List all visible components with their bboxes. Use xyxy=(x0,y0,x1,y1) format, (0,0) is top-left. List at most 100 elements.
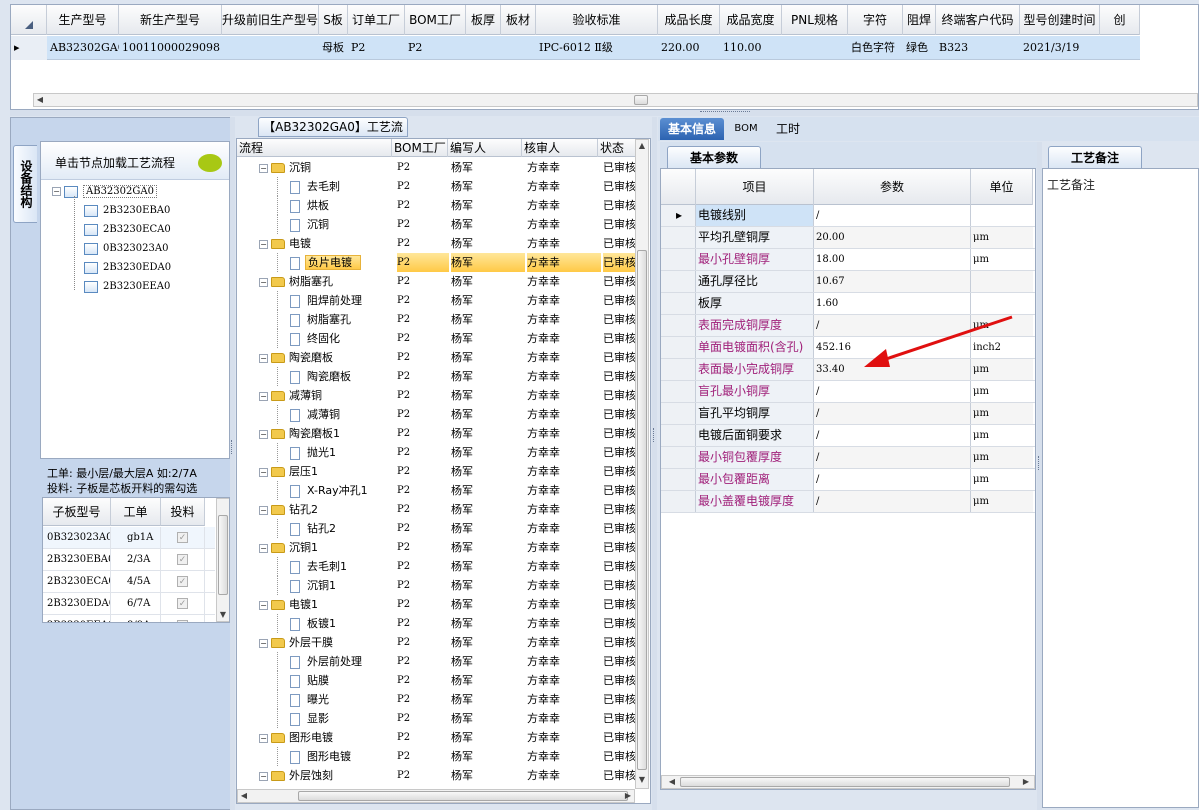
scroll-thumb[interactable] xyxy=(634,95,648,105)
splitter-grip-icon[interactable] xyxy=(653,428,657,442)
process-row[interactable]: 图形电镀 P2 杨军 方幸幸 已审核 xyxy=(237,747,637,766)
column-header[interactable]: 升级前旧生产型号 xyxy=(222,5,319,35)
table-cell[interactable]: P2 xyxy=(348,36,405,60)
splitter-grip-icon[interactable] xyxy=(700,111,750,115)
status-cell[interactable]: 已审核 xyxy=(603,272,635,291)
process-row[interactable]: − 电镀 P2 杨军 方幸幸 已审核 xyxy=(237,234,637,253)
process-row[interactable]: − 外层蚀刻 P2 杨军 方幸幸 已审核 xyxy=(237,766,637,785)
writer-cell[interactable]: 杨军 xyxy=(451,310,525,329)
param-row[interactable]: 电镀后面铜要求 / μm xyxy=(661,425,1035,447)
process-row[interactable]: − 沉铜1 P2 杨军 方幸幸 已审核 xyxy=(237,538,637,557)
process-row[interactable]: 树脂塞孔 P2 杨军 方幸幸 已审核 xyxy=(237,310,637,329)
process-note-panel[interactable] xyxy=(1042,168,1199,808)
process-step[interactable]: 板镀1 xyxy=(277,614,392,633)
scroll-down-icon[interactable]: ▼ xyxy=(217,609,229,621)
param-row[interactable]: 最小铜包覆厚度 / μm xyxy=(661,447,1035,469)
status-cell[interactable]: 已审核 xyxy=(603,215,635,234)
status-cell[interactable]: 已审核 xyxy=(603,291,635,310)
status-cell[interactable]: 已审核 xyxy=(603,709,635,728)
reviewer-cell[interactable]: 方幸幸 xyxy=(527,747,601,766)
column-header[interactable]: 成品宽度 xyxy=(720,5,782,35)
collapse-icon[interactable]: − xyxy=(259,429,268,439)
reviewer-cell[interactable]: 方幸幸 xyxy=(527,234,601,253)
writer-cell[interactable]: 杨军 xyxy=(451,386,525,405)
status-cell[interactable]: 已审核 xyxy=(603,652,635,671)
writer-cell[interactable]: 杨军 xyxy=(451,348,525,367)
process-step[interactable]: 显影 xyxy=(277,709,392,728)
table-row[interactable]: 2B3230EBA0 2/3A ✓ xyxy=(43,549,215,571)
process-row[interactable]: − 电镀1 P2 杨军 方幸幸 已审核 xyxy=(237,595,637,614)
process-row[interactable]: 陶瓷磨板 P2 杨军 方幸幸 已审核 xyxy=(237,367,637,386)
writer-cell[interactable]: 杨军 xyxy=(451,500,525,519)
feed-cell[interactable]: ✓ xyxy=(161,593,205,614)
param-item-cell[interactable]: 平均孔壁铜厚 xyxy=(696,227,814,248)
col-sub-model[interactable]: 子板型号 xyxy=(43,498,111,526)
status-cell[interactable]: 已审核 xyxy=(603,386,635,405)
column-header[interactable]: 字符 xyxy=(848,5,903,35)
bom-cell[interactable]: P2 xyxy=(397,633,449,652)
order-cell[interactable]: 4/5A xyxy=(111,571,161,592)
writer-cell[interactable]: 杨军 xyxy=(451,405,525,424)
process-row[interactable]: − 钻孔2 P2 杨军 方幸幸 已审核 xyxy=(237,500,637,519)
collapse-icon[interactable]: − xyxy=(259,353,268,363)
reviewer-cell[interactable]: 方幸幸 xyxy=(527,215,601,234)
status-cell[interactable]: 已审核 xyxy=(603,329,635,348)
params-hscrollbar[interactable]: ◀ ▶ xyxy=(661,775,1035,789)
bom-cell[interactable]: P2 xyxy=(397,557,449,576)
tree-node[interactable]: 2B3230EDA0 xyxy=(84,259,171,276)
sub-grid-vscrollbar[interactable]: ▼ xyxy=(216,498,229,622)
status-cell[interactable]: 已审核 xyxy=(603,500,635,519)
scroll-right-icon[interactable]: ▶ xyxy=(1020,776,1032,788)
tab-bom[interactable]: BOM xyxy=(726,118,766,140)
process-row[interactable]: 去毛刺 P2 杨军 方幸幸 已审核 xyxy=(237,177,637,196)
bom-cell[interactable]: P2 xyxy=(397,443,449,462)
process-row[interactable]: − 沉铜 P2 杨军 方幸幸 已审核 xyxy=(237,158,637,177)
process-step[interactable]: 减薄铜 xyxy=(277,405,392,424)
reviewer-cell[interactable]: 方幸幸 xyxy=(527,348,601,367)
param-item-cell[interactable]: 单面电镀面积(含孔) xyxy=(696,337,814,358)
reviewer-cell[interactable]: 方幸幸 xyxy=(527,272,601,291)
process-group[interactable]: − 陶瓷磨板1 xyxy=(259,424,392,443)
order-cell[interactable]: gb1A xyxy=(111,527,161,548)
reviewer-cell[interactable]: 方幸幸 xyxy=(527,728,601,747)
order-cell[interactable]: 6/7A xyxy=(111,593,161,614)
column-header[interactable]: 阻焊 xyxy=(903,5,936,35)
process-step[interactable]: 钻孔2 xyxy=(277,519,392,538)
param-row[interactable]: 最小孔壁铜厚 18.00 μm xyxy=(661,249,1035,271)
column-header[interactable]: BOM工厂 xyxy=(405,5,466,35)
reviewer-cell[interactable]: 方幸幸 xyxy=(527,690,601,709)
table-cell[interactable]: IPC-6012 Ⅱ级 xyxy=(536,36,658,60)
table-row[interactable]: ▸ AB32302GA0 10011000029098 母板 P2 P2 IPC-6012 … xyxy=(11,36,1140,60)
collapse-icon[interactable]: − xyxy=(259,543,268,553)
process-row[interactable]: − 陶瓷磨板 P2 杨军 方幸幸 已审核 xyxy=(237,348,637,367)
process-step[interactable]: 树脂塞孔 xyxy=(277,310,392,329)
writer-cell[interactable]: 杨军 xyxy=(451,291,525,310)
bom-cell[interactable]: P2 xyxy=(397,671,449,690)
param-unit-cell[interactable]: μm xyxy=(971,403,1033,424)
reviewer-cell[interactable]: 方幸幸 xyxy=(527,424,601,443)
scroll-thumb[interactable] xyxy=(637,250,647,770)
tab-structure[interactable]: 设备结构 xyxy=(13,145,37,223)
writer-cell[interactable]: 杨军 xyxy=(451,234,525,253)
scroll-thumb[interactable] xyxy=(298,791,628,801)
table-row[interactable]: 0B323023A0 gb1A ✓ xyxy=(43,527,215,549)
status-cell[interactable]: 已审核 xyxy=(603,158,635,177)
status-cell[interactable]: 已审核 xyxy=(603,633,635,652)
process-row[interactable]: 显影 P2 杨军 方幸幸 已审核 xyxy=(237,709,637,728)
feed-checkbox[interactable]: ✓ xyxy=(177,532,188,543)
sub-model-cell[interactable]: 0B323023A0 xyxy=(43,527,111,548)
process-row[interactable]: − 树脂塞孔 P2 杨军 方幸幸 已审核 xyxy=(237,272,637,291)
status-cell[interactable]: 已审核 xyxy=(603,481,635,500)
process-step[interactable]: 陶瓷磨板 xyxy=(277,367,392,386)
process-flow-tree[interactable]: 流程 BOM工厂 编写人 核审人 状态 − 沉铜 P2 杨军 方幸幸 已审核 去毛刺 P2 杨军… xyxy=(236,138,651,804)
process-row[interactable]: 阻焊前处理 P2 杨军 方幸幸 已审核 xyxy=(237,291,637,310)
process-step[interactable]: 抛光1 xyxy=(277,443,392,462)
scroll-left-icon[interactable]: ◀ xyxy=(666,776,678,788)
col-bom-factory[interactable]: BOM工厂 xyxy=(392,139,448,157)
writer-cell[interactable]: 杨军 xyxy=(451,519,525,538)
model-grid[interactable]: 生产型号 新生产型号 升级前旧生产型号 S板 订单工厂 BOM工厂 板厚 板材 验收标准 成品长度… xyxy=(10,4,1199,110)
tab-work-hours[interactable]: 工时 xyxy=(768,118,808,140)
writer-cell[interactable]: 杨军 xyxy=(451,158,525,177)
table-cell[interactable]: B323 xyxy=(936,36,1020,60)
status-cell[interactable]: 已审核 xyxy=(603,348,635,367)
